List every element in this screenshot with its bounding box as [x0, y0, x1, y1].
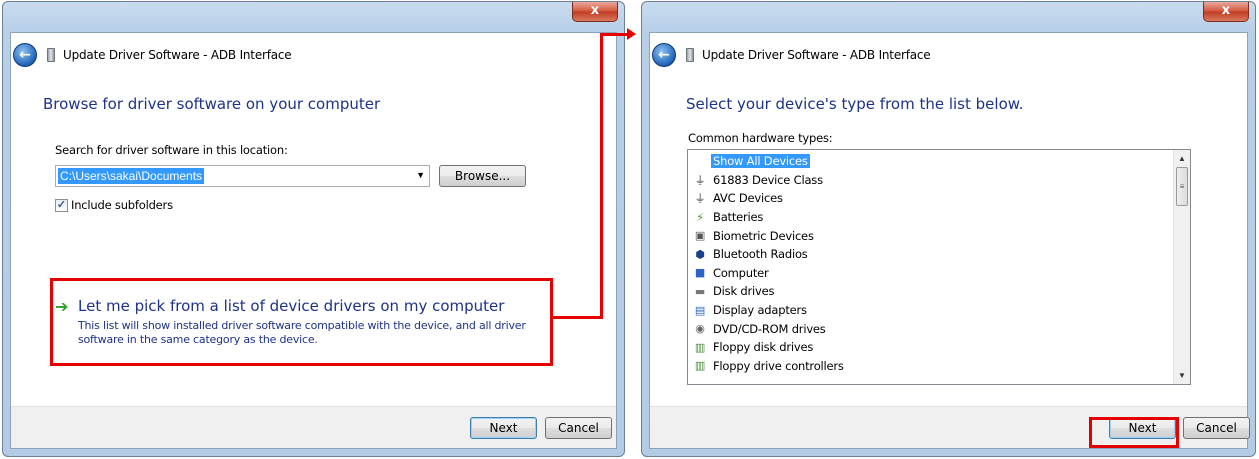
left-back-button[interactable]: ←	[13, 43, 37, 67]
right-window-title: Update Driver Software - ADB Interface	[702, 48, 931, 62]
scroll-up-arrow-icon[interactable]: ▲	[1174, 150, 1190, 167]
disk-drive-icon: ▬	[694, 284, 706, 298]
location-path-value[interactable]: C:\Users\sakai\Documents	[58, 168, 205, 184]
left-window-title: Update Driver Software - ADB Interface	[63, 48, 292, 62]
blank-icon	[692, 154, 708, 168]
left-dialog-content: ← Update Driver Software - ADB Interface…	[10, 32, 617, 449]
list-item-label: DVD/CD-ROM drives	[713, 321, 826, 336]
list-item[interactable]: ◉ DVD/CD-ROM drives	[688, 319, 1173, 338]
right-header-row: ← Update Driver Software - ADB Interface	[650, 33, 1247, 77]
bluetooth-icon: ⬢	[695, 247, 705, 261]
right-dialog-window: x ← Update Driver Software - ADB Interfa…	[641, 1, 1256, 457]
computer-icon: ■	[694, 266, 706, 280]
hardware-types-list: Show All Devices ⏚ 61883 Device Class ⏚ AVC …	[688, 152, 1173, 384]
scroll-down-arrow-icon[interactable]: ▼	[1174, 367, 1190, 384]
list-item[interactable]: ⚡ Batteries	[688, 208, 1173, 227]
right-title-bar: x	[642, 2, 1255, 32]
list-item[interactable]: ▣ Biometric Devices	[688, 226, 1173, 245]
right-close-button[interactable]: x	[1203, 2, 1249, 22]
left-page-heading: Browse for driver software on your compu…	[43, 95, 381, 113]
include-subfolders-checkbox[interactable]: ✓	[55, 198, 68, 212]
location-combobox[interactable]: C:\Users\sakai\Documents ▼	[55, 165, 430, 187]
list-item-label: 61883 Device Class	[713, 172, 823, 187]
device-icon	[47, 48, 55, 62]
left-dialog-window: x ← Update Driver Software - ADB Interfa…	[2, 1, 625, 457]
list-item[interactable]: ■ Computer	[688, 264, 1173, 283]
scrollbar-thumb[interactable]: ≡	[1176, 167, 1188, 206]
highlight-box-next-button	[1089, 417, 1179, 448]
include-subfolders-row[interactable]: ✓ Include subfolders	[55, 198, 173, 212]
list-item[interactable]: ▥ Floppy disk drives	[688, 338, 1173, 357]
list-vertical-scrollbar[interactable]: ▲ ≡ ▼	[1173, 150, 1190, 384]
plug-icon: ⏚	[694, 192, 706, 206]
list-item-label: Floppy drive controllers	[713, 358, 844, 373]
floppy-drive-icon: ▥	[694, 340, 706, 354]
list-item[interactable]: Show All Devices	[688, 152, 1173, 171]
right-body: Select your device's type from the list …	[650, 77, 1247, 406]
connector-horizontal-bottom	[553, 316, 603, 319]
back-arrow-icon: ←	[19, 47, 31, 63]
right-cancel-button[interactable]: Cancel	[1183, 417, 1250, 439]
battery-icon: ⚡	[696, 210, 704, 224]
connector-vertical	[600, 33, 603, 319]
list-item[interactable]: ▬ Disk drives	[688, 282, 1173, 301]
left-footer: Next Cancel	[11, 406, 616, 448]
dropdown-arrow-icon[interactable]: ▼	[416, 170, 425, 180]
list-item-label: AVC Devices	[713, 191, 783, 206]
list-item-label: Show All Devices	[711, 154, 810, 169]
back-arrow-icon: ←	[658, 47, 670, 63]
list-item-label: Computer	[713, 265, 769, 280]
right-back-button[interactable]: ←	[652, 43, 676, 67]
list-item-label: Batteries	[713, 210, 764, 225]
list-item-label: Floppy disk drives	[713, 340, 814, 355]
list-item-partial[interactable]	[688, 375, 1173, 384]
left-close-button[interactable]: x	[572, 2, 618, 22]
list-item-label: Display adapters	[713, 303, 807, 318]
list-item[interactable]: ⏚ AVC Devices	[688, 189, 1173, 208]
hardware-types-listbox[interactable]: Show All Devices ⏚ 61883 Device Class ⏚ AVC …	[687, 149, 1191, 385]
list-item[interactable]: ▥ Floppy drive controllers	[688, 357, 1173, 376]
connector-arrowhead-icon	[627, 28, 636, 40]
search-location-label: Search for driver software in this locat…	[55, 143, 288, 157]
right-dialog-content: ← Update Driver Software - ADB Interface…	[649, 32, 1250, 449]
left-title-bar: x	[3, 2, 624, 32]
list-item[interactable]: ⏚ 61883 Device Class	[688, 171, 1173, 190]
browse-button[interactable]: Browse...	[439, 165, 526, 187]
display-adapter-icon: ▤	[694, 303, 706, 317]
right-page-heading: Select your device's type from the list …	[686, 95, 1024, 113]
left-header-row: ← Update Driver Software - ADB Interface	[11, 33, 616, 77]
list-item[interactable]: ▤ Display adapters	[688, 301, 1173, 320]
include-subfolders-label[interactable]: Include subfolders	[71, 198, 173, 212]
floppy-controller-icon: ▥	[694, 359, 706, 373]
device-icon	[686, 48, 694, 62]
connector-horizontal-top	[600, 33, 628, 36]
left-next-button[interactable]: Next	[470, 417, 537, 439]
plug-icon: ⏚	[694, 173, 706, 187]
fingerprint-icon: ▣	[694, 229, 706, 243]
list-item[interactable]: ⬢ Bluetooth Radios	[688, 245, 1173, 264]
list-item-label: Biometric Devices	[713, 228, 814, 243]
highlight-box-pick-link	[50, 278, 553, 366]
left-cancel-button[interactable]: Cancel	[545, 417, 612, 439]
hardware-types-label: Common hardware types:	[688, 131, 833, 145]
list-item-label: Disk drives	[713, 284, 775, 299]
dvd-drive-icon: ◉	[695, 322, 705, 336]
list-item-label: Bluetooth Radios	[713, 247, 808, 262]
